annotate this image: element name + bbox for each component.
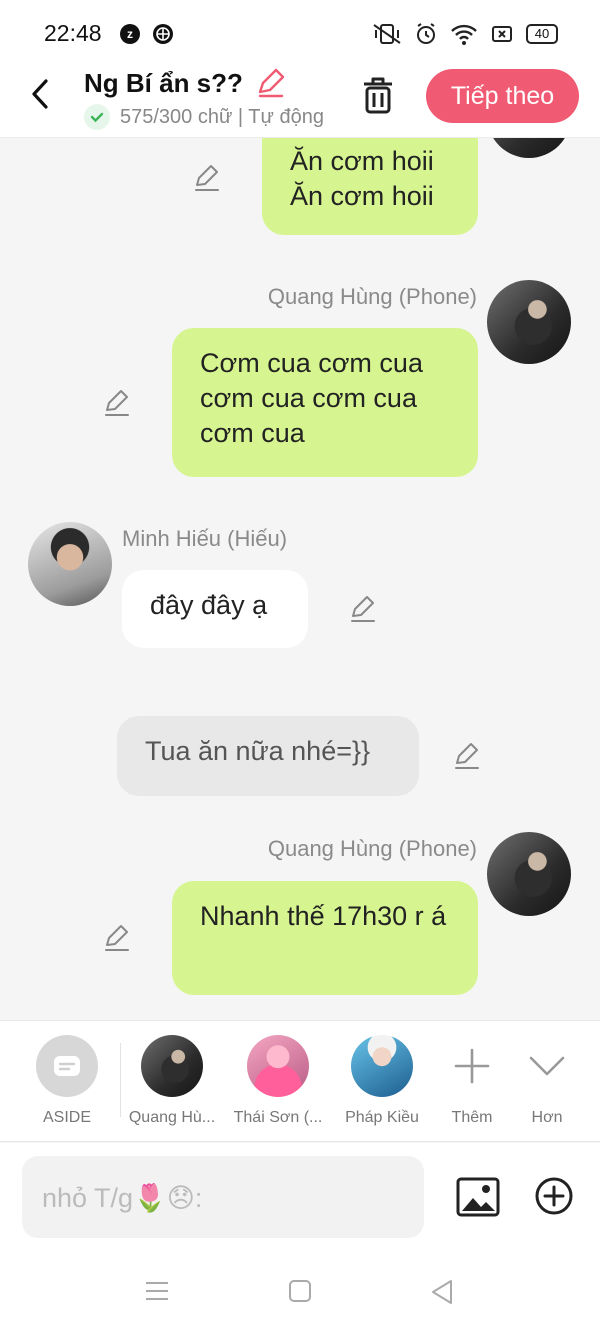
character-thai-son[interactable]: Thái Sơn (...	[228, 1035, 328, 1127]
more-label: Hơn	[531, 1109, 563, 1126]
chat-area[interactable]: Ăn cơm hoii Ăn cơm hoii Quang Hùng (Phon…	[0, 138, 600, 1020]
wifi-icon	[451, 24, 477, 45]
word-count-label: 575/300 chữ | Tự động	[120, 105, 324, 128]
pencil-icon[interactable]	[254, 66, 288, 100]
next-button[interactable]: Tiếp theo	[426, 69, 579, 123]
pencil-icon[interactable]	[102, 923, 132, 953]
divider	[120, 1043, 121, 1117]
input-area: nhỏ T/g🌷😞:	[0, 1143, 600, 1253]
avatar[interactable]	[28, 522, 112, 606]
message-bubble[interactable]: đây đây ạ	[122, 570, 308, 648]
story-title[interactable]: Ng Bí ẩn s??	[84, 68, 243, 99]
alarm-icon	[417, 23, 435, 44]
avatar	[351, 1035, 413, 1097]
plus-icon	[441, 1035, 503, 1097]
status-bar: 22:48 z 40	[0, 0, 600, 62]
sender-name: Minh Hiếu (Hiếu)	[122, 526, 288, 551]
battery-icon: 40	[526, 24, 558, 44]
chat-header: Ng Bí ẩn s?? 575/300 chữ | Tự động Tiếp …	[0, 62, 600, 138]
character-label: Pháp Kiều	[345, 1109, 419, 1126]
avatar[interactable]	[487, 280, 571, 364]
zalo-app-icon: z	[120, 24, 140, 44]
avatar	[247, 1035, 309, 1097]
message-bubble[interactable]: Nhanh thế 17h30 r á	[172, 881, 478, 995]
menu-icon[interactable]	[144, 1279, 170, 1303]
character-selector: ASIDE Quang Hù... Thái Sơn (... Pháp Kiề…	[0, 1020, 600, 1142]
more-button[interactable]: Hơn	[497, 1035, 597, 1127]
character-phap-kieu[interactable]: Pháp Kiều	[332, 1035, 432, 1127]
message-bubble[interactable]: Cơm cua cơm cua cơm cua cơm cua cơm cua	[172, 328, 478, 477]
aside-bubble[interactable]: Tua ăn nữa nhé=}}	[117, 716, 419, 796]
message-bubble[interactable]: Ăn cơm hoii Ăn cơm hoii	[262, 138, 478, 235]
status-time: 22:48	[44, 20, 102, 46]
chevron-down-icon	[516, 1035, 578, 1097]
character-label: ASIDE	[42, 1109, 91, 1126]
home-icon[interactable]	[288, 1279, 312, 1303]
chat-bubble-icon	[36, 1035, 98, 1097]
ball-app-icon	[153, 24, 173, 44]
character-label: Thái Sơn (...	[233, 1109, 323, 1126]
character-aside[interactable]: ASIDE	[17, 1035, 117, 1127]
trash-icon[interactable]	[358, 74, 398, 116]
pencil-icon[interactable]	[192, 163, 222, 193]
word-count-row: 575/300 chữ | Tự động	[84, 104, 324, 130]
plus-circle-icon[interactable]	[534, 1176, 574, 1216]
back-triangle-icon[interactable]	[430, 1279, 454, 1305]
character-quang-hung[interactable]: Quang Hù...	[122, 1035, 222, 1127]
avatar[interactable]	[487, 832, 571, 916]
avatar[interactable]	[487, 138, 571, 158]
status-icons: 40	[372, 22, 558, 46]
chevron-left-icon[interactable]	[26, 76, 56, 112]
sender-name: Quang Hùng (Phone)	[267, 284, 477, 309]
system-nav-bar	[0, 1253, 600, 1333]
sender-name: Quang Hùng (Phone)	[267, 836, 477, 861]
character-label: Quang Hù...	[128, 1109, 216, 1126]
screen-record-icon	[492, 26, 512, 42]
image-icon[interactable]	[456, 1177, 500, 1217]
pencil-icon[interactable]	[452, 741, 482, 771]
message-input[interactable]: nhỏ T/g🌷😞:	[22, 1156, 424, 1238]
vibrate-off-icon	[373, 24, 401, 44]
pencil-icon[interactable]	[102, 388, 132, 418]
avatar	[141, 1035, 203, 1097]
check-icon	[84, 104, 110, 130]
pencil-icon[interactable]	[348, 594, 378, 624]
